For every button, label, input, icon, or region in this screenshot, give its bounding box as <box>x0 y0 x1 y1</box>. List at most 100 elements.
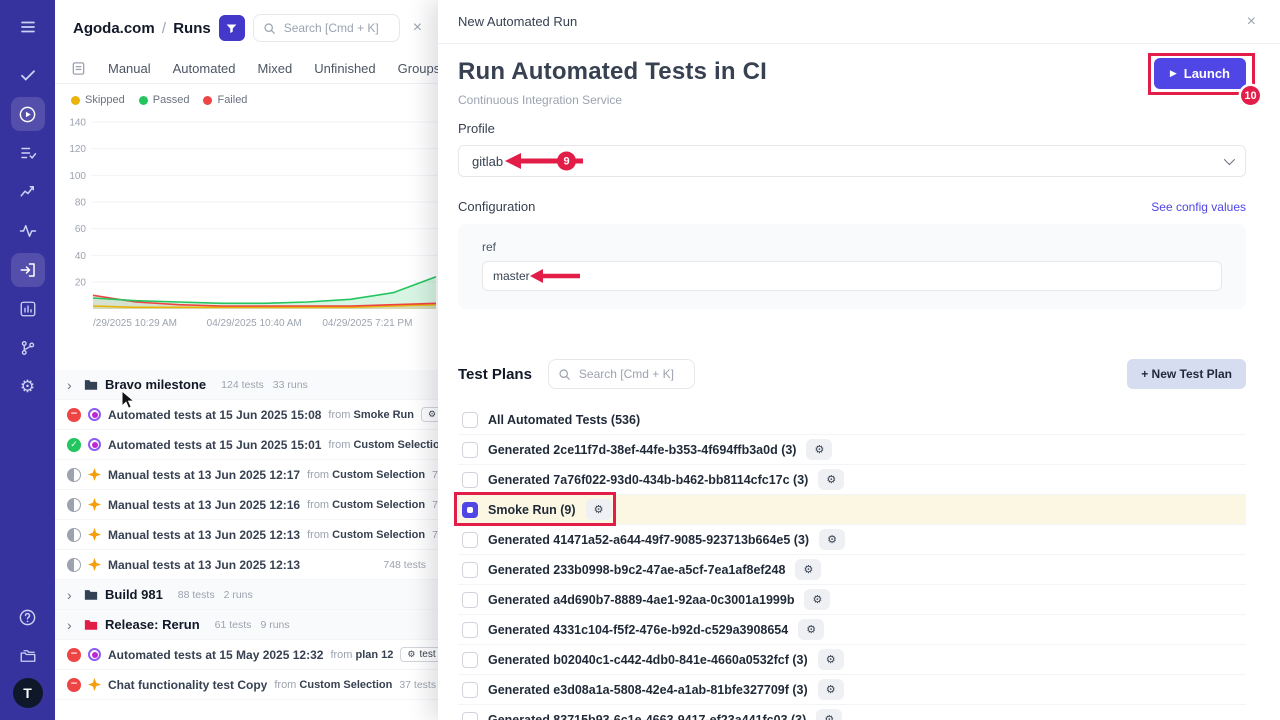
run-test-badge[interactable]: ⚙test <box>421 407 438 422</box>
play-circle-icon[interactable] <box>11 97 45 131</box>
analytics-icon[interactable] <box>11 292 45 326</box>
menu-icon[interactable] <box>11 10 45 44</box>
svg-text:/29/2025 10:29 AM: /29/2025 10:29 AM <box>93 318 177 329</box>
plan-gear-button[interactable]: ⚙ <box>804 589 830 610</box>
run-list-item[interactable]: Chat functionality test Copy from Custom… <box>55 670 438 700</box>
test-plan-row[interactable]: Generated 2ce11f7d-38ef-44fe-b353-4f694f… <box>458 435 1246 465</box>
test-plan-row[interactable]: Generated 4331c104-f5f2-476e-b92d-c529a3… <box>458 615 1246 645</box>
annotation-badge-10: 10 <box>1241 86 1260 105</box>
run-test-badge[interactable]: ⚙test <box>400 647 438 662</box>
configuration-box: ref <box>458 224 1246 309</box>
test-plan-row[interactable]: Generated 83715b93-6c1e-4663-9417-ef23a4… <box>458 705 1246 720</box>
run-status-icon <box>67 438 81 452</box>
test-plan-row[interactable]: Generated b02040c1-c442-4db0-841e-4660a0… <box>458 645 1246 675</box>
chevron-right-icon[interactable]: › <box>67 617 77 633</box>
run-folder-row[interactable]: › Release: Rerun 61 tests 9 runs <box>55 610 438 640</box>
breadcrumb-project[interactable]: Agoda.com <box>73 20 155 37</box>
configuration-label: Configuration <box>458 199 535 214</box>
gear-icon[interactable]: ⚙ <box>11 370 45 404</box>
import-icon[interactable] <box>11 253 45 287</box>
plan-gear-button[interactable]: ⚙ <box>818 649 844 670</box>
tab-manual[interactable]: Manual <box>108 61 151 76</box>
plan-checkbox[interactable] <box>462 652 478 668</box>
run-folder-row[interactable]: › Build 981 88 tests 2 runs <box>55 580 438 610</box>
run-list-item[interactable]: Manual tests at 13 Jun 2025 12:13 748 te… <box>55 550 438 580</box>
plan-checkbox[interactable] <box>462 562 478 578</box>
folder-icon <box>84 618 98 631</box>
launch-button[interactable]: ▶ Launch <box>1154 58 1246 89</box>
pulse-icon[interactable] <box>11 214 45 248</box>
user-avatar[interactable]: T <box>13 678 43 708</box>
filter-button[interactable] <box>219 15 245 41</box>
test-plan-row[interactable]: Smoke Run (9) ⚙ <box>458 495 1246 525</box>
folder-icon <box>84 588 98 601</box>
test-plan-row[interactable]: Generated a4d690b7-8889-4ae1-92aa-0c3001… <box>458 585 1246 615</box>
check-icon[interactable] <box>11 58 45 92</box>
projects-icon[interactable] <box>11 639 45 673</box>
plans-search[interactable] <box>548 359 695 389</box>
plan-gear-button[interactable]: ⚙ <box>806 439 832 460</box>
plan-gear-button[interactable]: ⚙ <box>798 619 824 640</box>
folder-name: Build 981 <box>105 587 163 602</box>
plan-checkbox[interactable] <box>462 682 478 698</box>
test-plan-row[interactable]: Generated e3d08a1a-5808-42e4-a1ab-81bfe3… <box>458 675 1246 705</box>
run-title: Automated tests at 15 Jun 2025 15:01 <box>108 438 321 452</box>
plan-checkbox[interactable] <box>462 412 478 428</box>
tab-mixed[interactable]: Mixed <box>258 61 293 76</box>
plan-gear-button[interactable]: ⚙ <box>818 469 844 490</box>
plans-search-input[interactable] <box>577 366 685 382</box>
run-list-item[interactable]: Manual tests at 13 Jun 2025 12:13 from C… <box>55 520 438 550</box>
new-automated-run-modal: New Automated Run × Run Automated Tests … <box>438 0 1280 720</box>
plan-checkbox[interactable] <box>462 442 478 458</box>
runs-search[interactable] <box>253 14 400 42</box>
plan-checkbox[interactable] <box>462 592 478 608</box>
runs-search-input[interactable] <box>282 20 390 36</box>
ref-input[interactable] <box>482 261 1222 291</box>
breadcrumb-page: Runs <box>173 20 211 37</box>
test-plan-row[interactable]: Generated 7a76f022-93d0-434b-b462-bb8114… <box>458 465 1246 495</box>
help-icon[interactable] <box>11 600 45 634</box>
run-list-item[interactable]: Manual tests at 13 Jun 2025 12:16 from C… <box>55 490 438 520</box>
plan-checkbox[interactable] <box>462 622 478 638</box>
tab-automated[interactable]: Automated <box>173 61 236 76</box>
run-list-item[interactable]: Automated tests at 15 Jun 2025 15:08 fro… <box>55 400 438 430</box>
plan-gear-button[interactable]: ⚙ <box>816 709 842 720</box>
run-list-item[interactable]: Manual tests at 13 Jun 2025 12:17 from C… <box>55 460 438 490</box>
see-config-values-link[interactable]: See config values <box>1151 200 1246 214</box>
trend-icon[interactable] <box>11 175 45 209</box>
test-plan-row[interactable]: Generated 41471a52-a644-49f7-9085-923713… <box>458 525 1246 555</box>
chevron-right-icon[interactable]: › <box>67 587 77 603</box>
chevron-right-icon[interactable]: › <box>67 377 77 393</box>
plan-gear-button[interactable]: ⚙ <box>818 679 844 700</box>
plan-label: Generated e3d08a1a-5808-42e4-a1ab-81bfe3… <box>488 683 808 697</box>
tab-groups[interactable]: Groups <box>398 61 441 76</box>
run-list-item[interactable]: Automated tests at 15 May 2025 12:32 fro… <box>55 640 438 670</box>
plan-checkbox[interactable] <box>462 532 478 548</box>
checklist-icon[interactable] <box>11 136 45 170</box>
plan-label: Generated 4331c104-f5f2-476e-b92d-c529a3… <box>488 623 788 637</box>
plan-gear-button[interactable]: ⚙ <box>586 499 612 520</box>
tab-unfinished[interactable]: Unfinished <box>314 61 375 76</box>
branch-icon[interactable] <box>11 331 45 365</box>
svg-text:80: 80 <box>75 198 87 209</box>
folder-test-count: 124 tests <box>221 379 264 391</box>
plan-checkbox[interactable] <box>462 502 478 518</box>
test-plan-row[interactable]: All Automated Tests (536) <box>458 405 1246 435</box>
run-folder-row[interactable]: › Bravo milestone 124 tests 33 runs <box>55 370 438 400</box>
run-list-item[interactable]: Automated tests at 15 Jun 2025 15:01 fro… <box>55 430 438 460</box>
run-trailing: 748 tests <box>383 559 426 571</box>
new-test-plan-button[interactable]: + New Test Plan <box>1127 359 1246 389</box>
modal-close-icon[interactable]: × <box>1241 11 1262 33</box>
runs-panel-close-icon[interactable]: × <box>408 18 427 38</box>
plan-checkbox[interactable] <box>462 472 478 488</box>
plan-gear-button[interactable]: ⚙ <box>819 529 845 550</box>
modal-title: New Automated Run <box>458 14 577 29</box>
plan-gear-button[interactable]: ⚙ <box>795 559 821 580</box>
launch-button-area: ▶ Launch 10 <box>1154 58 1246 89</box>
plan-checkbox[interactable] <box>462 712 478 720</box>
test-plan-row[interactable]: Generated 233b0998-b9c2-47ae-a5cf-7ea1af… <box>458 555 1246 585</box>
runs-report-icon[interactable] <box>71 61 86 76</box>
profile-select[interactable]: gitlab <box>458 145 1246 177</box>
breadcrumb: Agoda.com / Runs <box>73 20 211 37</box>
svg-text:100: 100 <box>69 171 86 182</box>
